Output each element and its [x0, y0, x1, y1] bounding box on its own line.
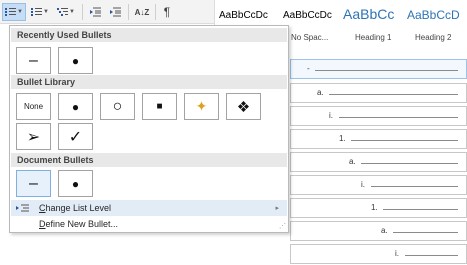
divider [155, 4, 156, 20]
define-new-bullet-item[interactable]: Define New Bullet... [11, 216, 287, 232]
list-level-line [339, 117, 458, 118]
decrease-indent-button[interactable] [86, 3, 104, 21]
document-bullet-dot[interactable]: ● [58, 170, 93, 197]
style-no-spacing-name: No Spac... [291, 33, 329, 42]
list-level-line [361, 163, 458, 164]
sort-button[interactable]: A↓Z [132, 3, 152, 21]
multilevel-list-icon [57, 7, 69, 17]
style-heading1-preview[interactable]: AaBbCc [343, 6, 403, 22]
recent-bullet-dash[interactable]: – [16, 47, 51, 74]
style-heading2-name: Heading 2 [415, 33, 452, 42]
list-level-row[interactable]: i. [290, 175, 467, 195]
list-level-line [383, 209, 458, 210]
document-bullets-header: Document Bullets [11, 153, 287, 167]
list-level-marker: a. [317, 88, 324, 97]
bullet-filled-circle[interactable]: ● [58, 93, 93, 120]
bullet-library-header: Bullet Library [11, 75, 287, 89]
bullet-arrowhead[interactable]: ➢ [16, 123, 51, 150]
bullet-none[interactable]: None [16, 93, 51, 120]
increase-indent-button[interactable] [106, 3, 124, 21]
list-level-marker: 1. [371, 203, 378, 212]
resize-grip-icon[interactable]: ⋰ [279, 222, 286, 230]
change-list-level-label: hange List Level [45, 203, 112, 213]
bullet-hollow-circle[interactable]: ○ [100, 93, 135, 120]
show-formatting-button[interactable]: ¶ [158, 3, 176, 21]
list-level-line [315, 70, 458, 71]
list-level-line [351, 140, 458, 141]
list-level-row[interactable]: 1. [290, 198, 467, 218]
bullet-diamond-cluster[interactable]: ❖ [226, 93, 261, 120]
change-list-level-icon [16, 204, 29, 212]
divider [128, 4, 129, 20]
chevron-down-icon: ▼ [17, 9, 23, 15]
list-level-marker: i. [329, 111, 333, 120]
list-level-row[interactable]: i. [290, 106, 467, 126]
list-level-marker: i. [361, 180, 365, 189]
list-level-marker: a. [381, 226, 388, 235]
list-level-marker: 1. [339, 134, 346, 143]
divider [82, 4, 83, 20]
bullets-button[interactable]: ▼ [2, 3, 26, 21]
style-no-spacing-preview[interactable]: AaBbCcDc [283, 10, 341, 21]
list-level-row[interactable]: a. [290, 221, 467, 241]
document-bullet-dash[interactable]: – [16, 170, 51, 197]
list-level-marker: i. [395, 249, 399, 258]
bullets-dropdown-menu: Recently Used Bullets – ● Bullet Library… [9, 25, 289, 233]
chevron-down-icon: ▼ [69, 9, 75, 15]
bullet-four-color-star[interactable]: ✦ [184, 93, 219, 120]
multilevel-list-button[interactable]: ▼ [53, 3, 79, 21]
recently-used-bullets-header: Recently Used Bullets [11, 28, 287, 42]
list-level-marker: a. [349, 157, 356, 166]
list-level-line [371, 186, 458, 187]
list-level-line [329, 94, 458, 95]
list-level-row[interactable]: a. [290, 83, 467, 103]
submenu-arrow-icon: ▸ [275, 205, 279, 212]
list-level-line [393, 232, 458, 233]
list-level-row[interactable]: 1. [290, 129, 467, 149]
list-level-row[interactable]: i. [290, 244, 467, 264]
bullets-icon [5, 7, 17, 17]
bullet-square[interactable]: ■ [142, 93, 177, 120]
style-normal-preview[interactable]: AaBbCcDc [219, 10, 277, 21]
chevron-down-icon: ▼ [43, 9, 49, 15]
list-level-row[interactable]: a. [290, 152, 467, 172]
list-level-line [405, 255, 458, 256]
list-level-row[interactable]: - [290, 59, 467, 79]
increase-indent-icon [110, 7, 121, 17]
decrease-indent-icon [90, 7, 101, 17]
change-list-level-item[interactable]: Change List Level ▸ [11, 200, 287, 216]
numbering-icon [31, 7, 43, 17]
style-heading2-preview[interactable]: AaBbCcD [407, 8, 467, 22]
style-heading1-name: Heading 1 [355, 33, 392, 42]
define-new-bullet-label: efine New Bullet... [45, 219, 119, 229]
recent-bullet-dot[interactable]: ● [58, 47, 93, 74]
numbering-button[interactable]: ▼ [29, 3, 51, 21]
list-level-marker: - [307, 64, 310, 73]
bullet-checkmark[interactable]: ✓ [58, 123, 93, 150]
